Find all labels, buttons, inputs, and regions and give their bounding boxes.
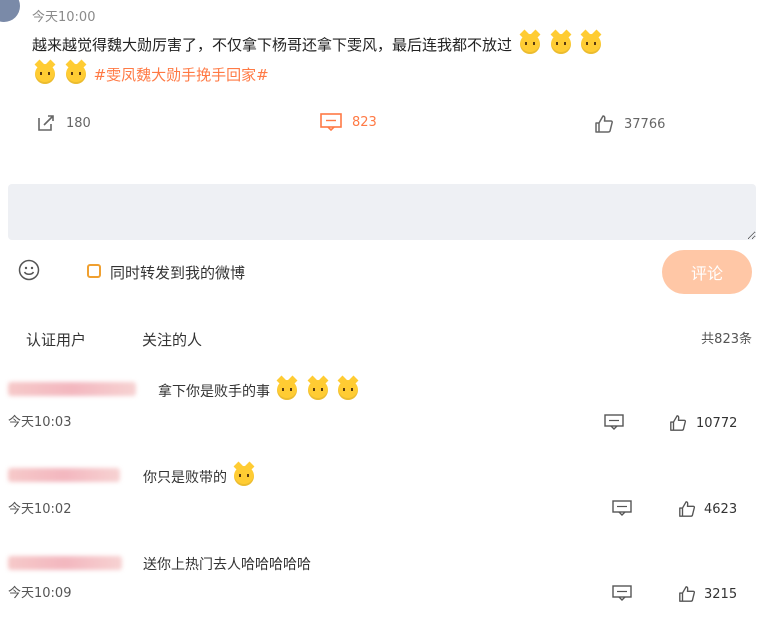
comment-input[interactable]	[8, 184, 756, 240]
comment-text-body: 拿下你是败手的事	[158, 384, 270, 400]
avatar[interactable]	[0, 0, 20, 22]
repost-count: 180	[66, 115, 91, 131]
comment-time: 今天10:03	[8, 415, 72, 430]
comment-username[interactable]	[8, 556, 122, 570]
comment-like-count: 10772	[696, 416, 738, 431]
comment-text: 拿下你是败手的事	[158, 380, 361, 401]
like-button[interactable]: 37766	[594, 114, 665, 134]
cat-emoji-icon	[550, 34, 571, 54]
emoji-face-icon[interactable]	[18, 259, 40, 281]
repost-checkbox-label: 同时转发到我的微博	[110, 264, 246, 282]
submit-comment-button[interactable]: 评论	[662, 250, 752, 294]
cat-emoji-icon	[519, 34, 540, 54]
repost-icon	[38, 115, 54, 131]
hashtag-link[interactable]: #雯凤魏大勋手挽手回家#	[94, 66, 269, 84]
comment-reply-icon[interactable]	[604, 414, 624, 430]
cat-emoji-icon	[581, 34, 602, 54]
tab-verified[interactable]: 认证用户	[26, 329, 86, 350]
comment-like-count: 4623	[704, 502, 738, 517]
cat-emoji-icon	[35, 64, 55, 84]
post-time: 今天10:00	[32, 10, 96, 25]
comment-time: 今天10:09	[8, 586, 72, 601]
comment-text-body: 送你上热门去人哈哈哈哈哈	[143, 557, 311, 573]
comment-like-icon[interactable]	[669, 414, 687, 432]
cat-emoji-icon	[307, 380, 328, 400]
tab-following[interactable]: 关注的人	[142, 329, 202, 350]
comment-icon	[320, 113, 342, 131]
repost-checkbox[interactable]	[87, 264, 101, 278]
comment-reply-icon[interactable]	[612, 585, 632, 601]
comment-button[interactable]: 823	[320, 113, 377, 131]
comment-like-count: 3215	[704, 587, 738, 602]
comment-text: 你只是败带的	[143, 466, 257, 487]
comment-time: 今天10:02	[8, 502, 72, 517]
cat-emoji-icon	[234, 466, 255, 486]
comment-like-icon[interactable]	[678, 500, 696, 518]
comment-username[interactable]	[8, 468, 120, 482]
like-count: 37766	[624, 116, 666, 132]
comment-text-body: 你只是败带的	[143, 470, 227, 486]
comment-text: 送你上热门去人哈哈哈哈哈	[143, 554, 311, 574]
comment-like-icon[interactable]	[678, 585, 696, 603]
repost-button[interactable]: 180	[36, 113, 91, 133]
comment-reply-icon[interactable]	[612, 500, 632, 516]
post-text-line: 越来越觉得魏大勋厉害了，不仅拿下杨哥还拿下雯风，最后连我都不放过	[32, 36, 513, 54]
comment-count: 823	[352, 114, 377, 130]
cat-emoji-icon	[338, 380, 359, 400]
cat-emoji-icon	[277, 380, 298, 400]
post-text: 越来越觉得魏大勋厉害了，不仅拿下杨哥还拿下雯风，最后连我都不放过 #雯凤魏大勋手…	[32, 30, 732, 90]
comment-total: 共823条	[701, 332, 752, 347]
like-icon	[595, 115, 613, 133]
cat-emoji-icon	[65, 64, 86, 84]
comment-username[interactable]	[8, 382, 136, 396]
